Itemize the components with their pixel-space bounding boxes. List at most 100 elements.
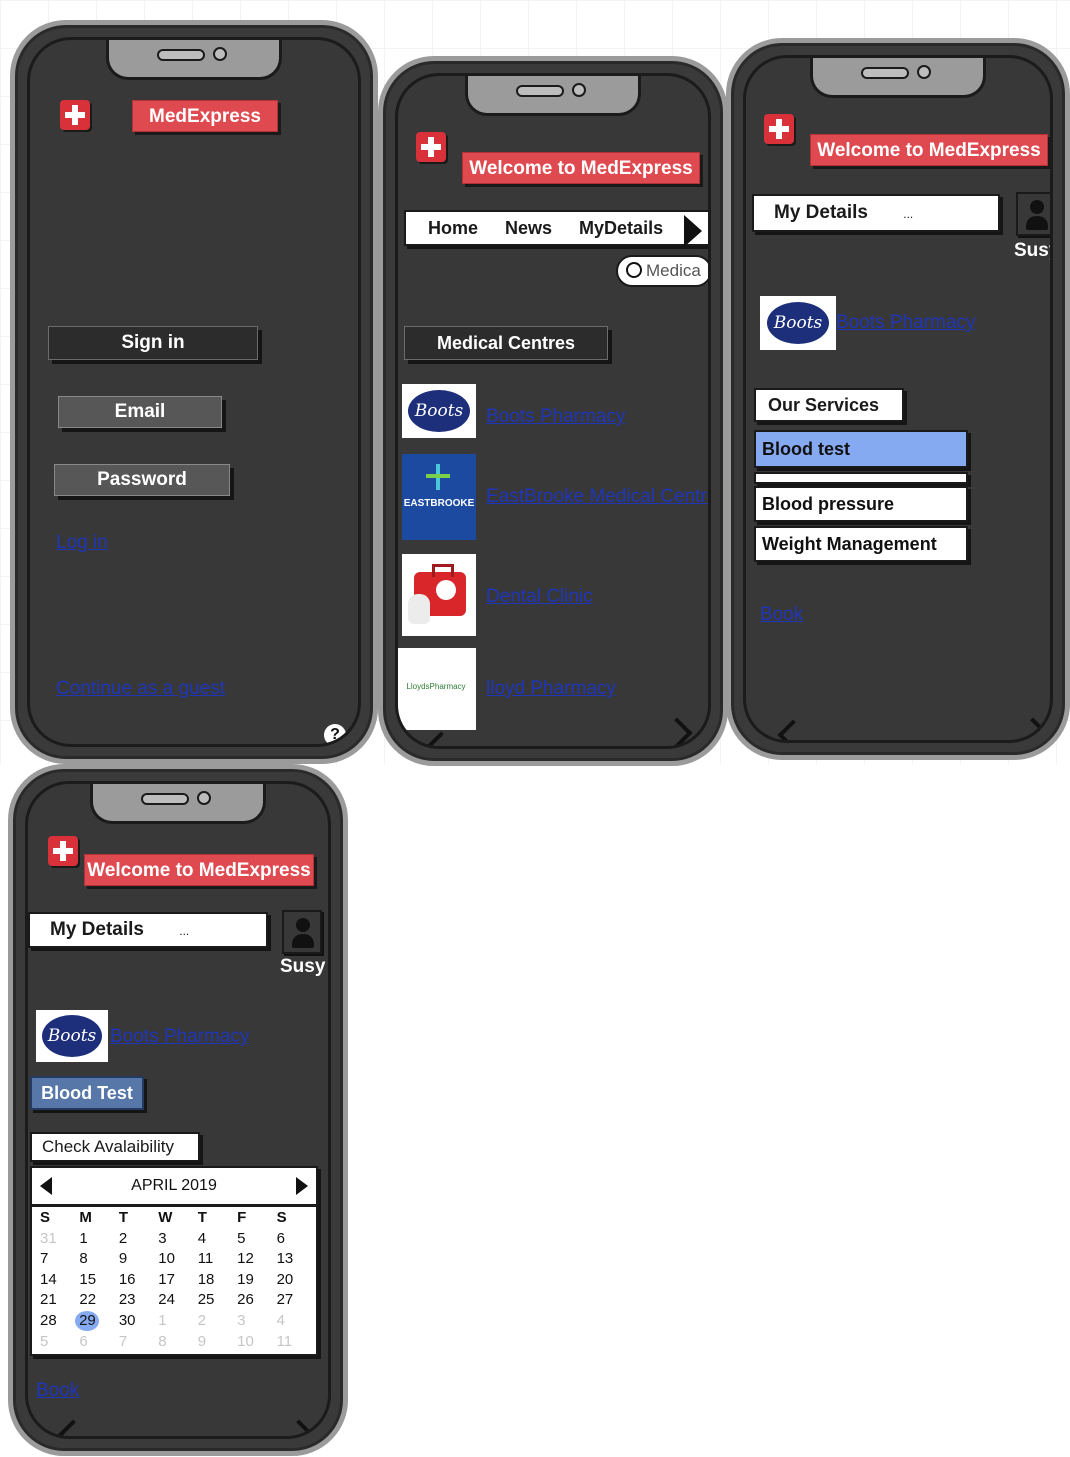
calendar-day[interactable]: 13 <box>273 1249 312 1270</box>
calendar-day[interactable]: 8 <box>75 1249 114 1270</box>
calendar-day[interactable]: 1 <box>154 1311 193 1332</box>
chevron-right-icon[interactable] <box>1017 717 1049 740</box>
centre-link-eastbrooke[interactable]: EastBrooke Medical Centre <box>486 486 708 508</box>
chevron-right-icon[interactable] <box>661 717 693 746</box>
calendar-weekday: T <box>197 1209 207 1226</box>
calendar-day[interactable]: 31 <box>36 1229 75 1250</box>
calendar-day[interactable]: 28 <box>36 1311 75 1332</box>
calendar-day[interactable]: 9 <box>194 1332 233 1353</box>
service-weight-management[interactable]: Weight Management <box>754 526 968 562</box>
arrow-right-icon[interactable] <box>684 215 702 247</box>
chevron-left-icon[interactable] <box>777 719 809 740</box>
service-separator <box>754 472 968 484</box>
user-avatar-icon[interactable] <box>282 910 322 954</box>
calendar-day[interactable]: 15 <box>75 1270 114 1291</box>
calendar-day[interactable]: 12 <box>233 1249 272 1270</box>
service-blood-pressure[interactable]: Blood pressure <box>754 486 968 522</box>
dental-clinic-logo <box>402 554 476 636</box>
next-month-icon[interactable] <box>296 1177 308 1195</box>
calendar-day[interactable]: 8 <box>154 1332 193 1353</box>
user-name: Susy <box>280 956 326 977</box>
calendar-day[interactable]: 6 <box>273 1229 312 1250</box>
calendar-day[interactable]: 20 <box>273 1270 312 1291</box>
calendar-day[interactable]: 2 <box>194 1311 233 1332</box>
lloyd-pharmacy-logo: LloydsPharmacy <box>398 648 476 730</box>
calendar-day[interactable]: 25 <box>194 1290 233 1311</box>
calendar-day[interactable]: 17 <box>154 1270 193 1291</box>
sign-in-button[interactable]: Sign in <box>48 326 258 360</box>
guest-link[interactable]: Continue as a guest <box>56 678 225 700</box>
app-title-banner: MedExpress <box>132 100 278 132</box>
calendar-day[interactable]: 11 <box>194 1249 233 1270</box>
calendar-day[interactable]: 27 <box>273 1290 312 1311</box>
my-details-field[interactable]: My Details ... <box>28 912 268 948</box>
centre-link-dental[interactable]: Dental Clinic <box>486 586 593 608</box>
password-field[interactable]: Password <box>54 464 230 496</box>
calendar-day[interactable]: 7 <box>115 1332 154 1353</box>
centre-link-boots[interactable]: Boots Pharmacy <box>486 406 625 428</box>
pharmacy-link[interactable]: Boots Pharmacy <box>836 312 975 334</box>
calendar-weekday: W <box>158 1209 173 1226</box>
calendar-day[interactable]: 6 <box>75 1332 114 1353</box>
eastbrooke-logo: EASTBROOKE <box>402 454 476 540</box>
calendar[interactable]: APRIL 2019 S M T W T F S 31 1 2 3 4 5 6 7 8 9 10 11 12 13 14 1… <box>30 1166 318 1356</box>
nav-mydetails[interactable]: MyDetails <box>579 218 663 239</box>
centres-screen: Welcome to MedExpress Home News MyDetail… <box>395 73 711 749</box>
plus-cross-icon <box>48 836 78 866</box>
calendar-day[interactable]: 5 <box>233 1229 272 1250</box>
calendar-day[interactable]: 5 <box>36 1332 75 1353</box>
blood-test-button[interactable]: Blood Test <box>30 1076 144 1110</box>
calendar-day[interactable]: 7 <box>36 1249 75 1270</box>
nav-news[interactable]: News <box>505 218 552 239</box>
nav-home[interactable]: Home <box>428 218 478 239</box>
chevron-left-icon[interactable] <box>425 731 457 746</box>
details-ellipsis: ... <box>179 924 190 938</box>
login-link[interactable]: Log in <box>56 532 108 554</box>
calendar-day[interactable]: 3 <box>233 1311 272 1332</box>
calendar-day[interactable]: 1 <box>75 1229 114 1250</box>
chevron-right-icon[interactable] <box>283 1419 315 1436</box>
welcome-banner: Welcome to MedExpress <box>84 854 314 886</box>
phone-services: Welcome to MedExpress My Details ... Sus… <box>726 38 1070 760</box>
pharmacy-link[interactable]: Boots Pharmacy <box>110 1026 249 1048</box>
calendar-day[interactable]: 11 <box>273 1332 312 1353</box>
calendar-day[interactable]: 24 <box>154 1290 193 1311</box>
prev-month-icon[interactable] <box>40 1177 52 1195</box>
search-input[interactable]: Medica <box>616 255 708 287</box>
calendar-day[interactable]: 2 <box>115 1229 154 1250</box>
calendar-day[interactable]: 14 <box>36 1270 75 1291</box>
calendar-day[interactable]: 4 <box>194 1229 233 1250</box>
calendar-day[interactable]: 19 <box>233 1270 272 1291</box>
calendar-day[interactable]: 23 <box>115 1290 154 1311</box>
calendar-weekday: M <box>79 1209 92 1226</box>
centre-link-lloyd[interactable]: lloyd Pharmacy <box>486 678 616 700</box>
email-field[interactable]: Email <box>58 396 222 428</box>
calendar-day[interactable]: 22 <box>75 1290 114 1311</box>
calendar-day-selected[interactable]: 29 <box>75 1310 114 1332</box>
calendar-day[interactable]: 26 <box>233 1290 272 1311</box>
calendar-day[interactable]: 4 <box>273 1311 312 1332</box>
calendar-day[interactable]: 16 <box>115 1270 154 1291</box>
book-link[interactable]: Book <box>760 604 803 626</box>
calendar-day[interactable]: 10 <box>154 1249 193 1270</box>
book-link[interactable]: Book <box>36 1380 79 1402</box>
calendar-day[interactable]: 18 <box>194 1270 233 1291</box>
lloyd-logo-text: LloydsPharmacy <box>406 682 466 691</box>
search-icon <box>626 262 642 278</box>
calendar-day[interactable]: 10 <box>233 1332 272 1353</box>
help-icon[interactable]: ? <box>324 724 346 744</box>
my-details-field[interactable]: My Details ... <box>752 194 1000 232</box>
user-name: Susy <box>1014 240 1050 261</box>
calendar-weekday: S <box>276 1209 287 1226</box>
boots-logo: Boots <box>760 296 836 350</box>
calendar-day[interactable]: 21 <box>36 1290 75 1311</box>
service-blood-test[interactable]: Blood test <box>754 430 968 468</box>
chevron-left-icon[interactable] <box>57 1419 89 1436</box>
plus-cross-icon <box>416 132 446 162</box>
calendar-day[interactable]: 9 <box>115 1249 154 1270</box>
my-details-label: My Details <box>774 202 868 223</box>
calendar-day[interactable]: 30 <box>115 1311 154 1332</box>
calendar-day[interactable]: 3 <box>154 1229 193 1250</box>
boots-logo-text: Boots <box>767 302 829 344</box>
user-avatar-icon[interactable] <box>1016 192 1050 236</box>
